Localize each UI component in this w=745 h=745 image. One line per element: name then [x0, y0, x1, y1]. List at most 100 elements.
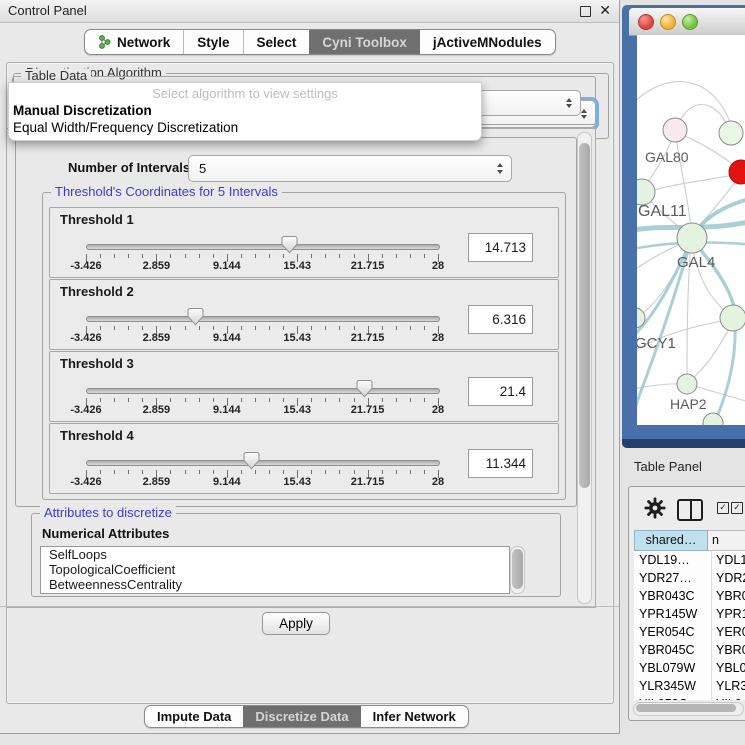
- cell-name[interactable]: YPR1: [712, 605, 745, 623]
- threshold-value-field[interactable]: 6.316: [468, 305, 533, 334]
- table-row[interactable]: YDR27…YDR2: [634, 569, 745, 587]
- tab-cyni-toolbox[interactable]: Cyni Toolbox: [309, 30, 420, 54]
- float-window-icon[interactable]: [580, 6, 591, 17]
- slider-tick-label: -3.426: [70, 260, 101, 272]
- zoom-traffic-light[interactable]: [682, 14, 698, 30]
- tab-style[interactable]: Style: [183, 30, 242, 54]
- cell-name[interactable]: YBR0: [712, 587, 745, 605]
- split-columns-icon[interactable]: [677, 499, 703, 521]
- slider-tick: [114, 398, 115, 402]
- cell-name[interactable]: YIL0: [712, 695, 745, 700]
- slider-track[interactable]: [86, 244, 440, 250]
- slider-tick-label: 21.715: [351, 260, 385, 272]
- threshold-slider[interactable]: -3.4262.8599.14415.4321.71528: [86, 280, 438, 349]
- slider-handle[interactable]: [356, 379, 373, 398]
- numerical-attributes-label: Numerical Attributes: [42, 526, 169, 541]
- tab-select[interactable]: Select: [243, 30, 310, 54]
- table-row[interactable]: YBL079WYBL0: [634, 659, 745, 677]
- gear-icon[interactable]: [644, 497, 666, 519]
- table-row[interactable]: YLR345WYLR3: [634, 677, 745, 695]
- threshold-value-field[interactable]: 21.4: [468, 377, 533, 406]
- minimize-traffic-light[interactable]: [660, 14, 676, 30]
- network-node-hap2[interactable]: [677, 374, 697, 394]
- slider-tick: [283, 254, 284, 258]
- tab-impute-data[interactable]: Impute Data: [145, 706, 243, 727]
- settings-scrollbar[interactable]: [577, 132, 592, 604]
- apply-button[interactable]: Apply: [262, 612, 330, 635]
- slider-tick: [185, 470, 186, 474]
- settings-scroll-pane: Interval Definition Number of Intervals …: [6, 128, 596, 608]
- close-icon[interactable]: ✕: [599, 2, 611, 19]
- table-row[interactable]: YDL19…YDL1: [634, 551, 745, 569]
- checkbox-icon[interactable]: ✓: [717, 502, 729, 514]
- threshold-panel: Threshold 1-3.4262.8599.14415.4321.71528…: [49, 207, 559, 278]
- slider-tick: [382, 470, 383, 474]
- slider-tick: [396, 470, 397, 474]
- tab-network[interactable]: Network: [85, 30, 183, 54]
- slider-tick: [424, 470, 425, 474]
- cell-shared-name[interactable]: YDR27…: [634, 569, 712, 587]
- slider-tick: [325, 470, 326, 474]
- cell-name[interactable]: YDL1: [712, 551, 745, 569]
- checkbox-icon[interactable]: ✓: [731, 502, 743, 514]
- close-traffic-light[interactable]: [638, 14, 654, 30]
- threshold-value-field[interactable]: 11.344: [468, 449, 533, 478]
- numerical-attributes-list[interactable]: SelfLoopsTopologicalCoefficientBetweenne…: [40, 546, 510, 594]
- network-node-top-right[interactable]: [719, 121, 743, 145]
- slider-track[interactable]: [86, 388, 440, 394]
- cell-name[interactable]: YBR0: [712, 641, 745, 659]
- tab-jactivemnodules-label: jActiveMNodules: [433, 35, 542, 50]
- slider-handle[interactable]: [187, 307, 204, 326]
- cell-shared-name[interactable]: YLR345W: [634, 677, 712, 695]
- slider-handle[interactable]: [281, 235, 298, 254]
- cell-name[interactable]: YER0: [712, 623, 745, 641]
- threshold-slider[interactable]: -3.4262.8599.14415.4321.71528: [86, 352, 438, 421]
- table-row[interactable]: YER054CYER0: [634, 623, 745, 641]
- cell-shared-name[interactable]: YBL079W: [634, 659, 712, 677]
- slider-tick-label: 28: [432, 260, 444, 272]
- column-header-shared-name[interactable]: shared…: [634, 530, 708, 551]
- network-node-bottom[interactable]: [703, 413, 723, 425]
- attribute-list-scrollbar[interactable]: [510, 546, 525, 594]
- slider-tick: [382, 254, 383, 258]
- number-of-intervals-combobox[interactable]: 5: [188, 155, 512, 182]
- network-node-right[interactable]: [720, 305, 745, 331]
- cell-shared-name[interactable]: YDL19…: [634, 551, 712, 569]
- slider-tick-label: 15.43: [283, 476, 311, 488]
- cell-shared-name[interactable]: YPR145W: [634, 605, 712, 623]
- cell-shared-name[interactable]: YER054C: [634, 623, 712, 641]
- cell-name[interactable]: YDR2: [712, 569, 745, 587]
- slider-tick: [283, 398, 284, 402]
- cell-shared-name[interactable]: YBR043C: [634, 587, 712, 605]
- attribute-list-item[interactable]: TopologicalCoefficient: [41, 562, 509, 577]
- table-row[interactable]: YBR043CYBR0: [634, 587, 745, 605]
- column-header-name[interactable]: n: [708, 530, 745, 551]
- table-row[interactable]: YIL053CYIL0: [634, 695, 745, 700]
- cell-name[interactable]: YLR3: [712, 677, 745, 695]
- slider-track[interactable]: [86, 460, 440, 466]
- tab-infer-network[interactable]: Infer Network: [361, 706, 468, 727]
- cell-shared-name[interactable]: YBR045C: [634, 641, 712, 659]
- table-row[interactable]: YBR045CYBR0: [634, 641, 745, 659]
- table-horizontal-scrollbar[interactable]: [633, 702, 744, 716]
- slider-tick: [255, 470, 256, 474]
- attribute-list-item[interactable]: BetweennessCentrality: [41, 577, 509, 592]
- table-row[interactable]: YPR145WYPR1: [634, 605, 745, 623]
- popup-option-equal-width-frequency[interactable]: Equal Width/Frequency Discretization: [13, 120, 477, 135]
- popup-option-manual-discretization[interactable]: Manual Discretization: [13, 103, 477, 118]
- network-node-gal80[interactable]: [663, 118, 687, 142]
- tab-jactivemnodules[interactable]: jActiveMNodules: [420, 30, 555, 54]
- slider-handle[interactable]: [243, 451, 260, 470]
- attribute-list-item[interactable]: SelfLoops: [41, 547, 509, 562]
- tab-discretize-data[interactable]: Discretize Data: [243, 706, 360, 727]
- network-node-gal4[interactable]: [677, 223, 707, 253]
- cell-shared-name[interactable]: YIL053C: [634, 695, 712, 700]
- network-canvas[interactable]: GAL80 GA C GAL11 GAL4 GCY1 H HAP2: [637, 35, 745, 425]
- network-node-gal11[interactable]: [637, 179, 655, 205]
- slider-track[interactable]: [86, 316, 440, 322]
- threshold-slider[interactable]: -3.4262.8599.14415.4321.71528: [86, 424, 438, 493]
- threshold-slider[interactable]: -3.4262.8599.14415.4321.71528: [86, 208, 438, 277]
- cell-name[interactable]: YBL0: [712, 659, 745, 677]
- threshold-value-field[interactable]: 14.713: [468, 233, 533, 262]
- table-header-row: shared… n: [634, 530, 745, 551]
